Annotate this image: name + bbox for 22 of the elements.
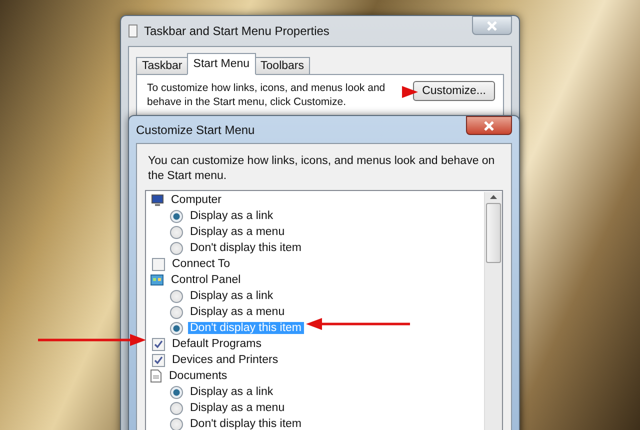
description-text: To customize how links, icons, and menus look and behave in the Start menu, click Customize. [147, 81, 386, 109]
radio-label[interactable]: Display as a link [188, 290, 276, 302]
radio-label[interactable]: Display as a menu [188, 226, 287, 238]
checkbox-label[interactable]: Connect To [170, 258, 232, 270]
radio-label[interactable]: Don't display this item [188, 242, 304, 254]
radio-label[interactable]: Display as a menu [188, 402, 287, 414]
checkbox-label[interactable]: Default Programs [170, 338, 264, 350]
tab[interactable]: Taskbar [136, 57, 188, 75]
window-title: Taskbar and Start Menu Properties [144, 24, 330, 38]
checkbox-label[interactable]: Devices and Printers [170, 354, 280, 366]
radio-label[interactable]: Don't display this item [188, 418, 304, 430]
dialog-title: Customize Start Menu [136, 122, 256, 136]
item-label: Computer [170, 194, 222, 206]
customize-button[interactable]: Customize... [413, 81, 495, 101]
tab[interactable]: Start Menu [187, 53, 256, 75]
item-label: Documents [168, 370, 228, 382]
description-text: You can customize how links, icons, and menus look and behave on the Start menu. [147, 154, 496, 184]
tab[interactable]: Toolbars [254, 57, 310, 75]
radio-label[interactable]: Display as a link [188, 386, 276, 398]
item-label: Control Panel [170, 274, 242, 286]
radio-label[interactable]: Display as a menu [188, 306, 287, 318]
radio-label[interactable]: Display as a link [188, 210, 276, 222]
